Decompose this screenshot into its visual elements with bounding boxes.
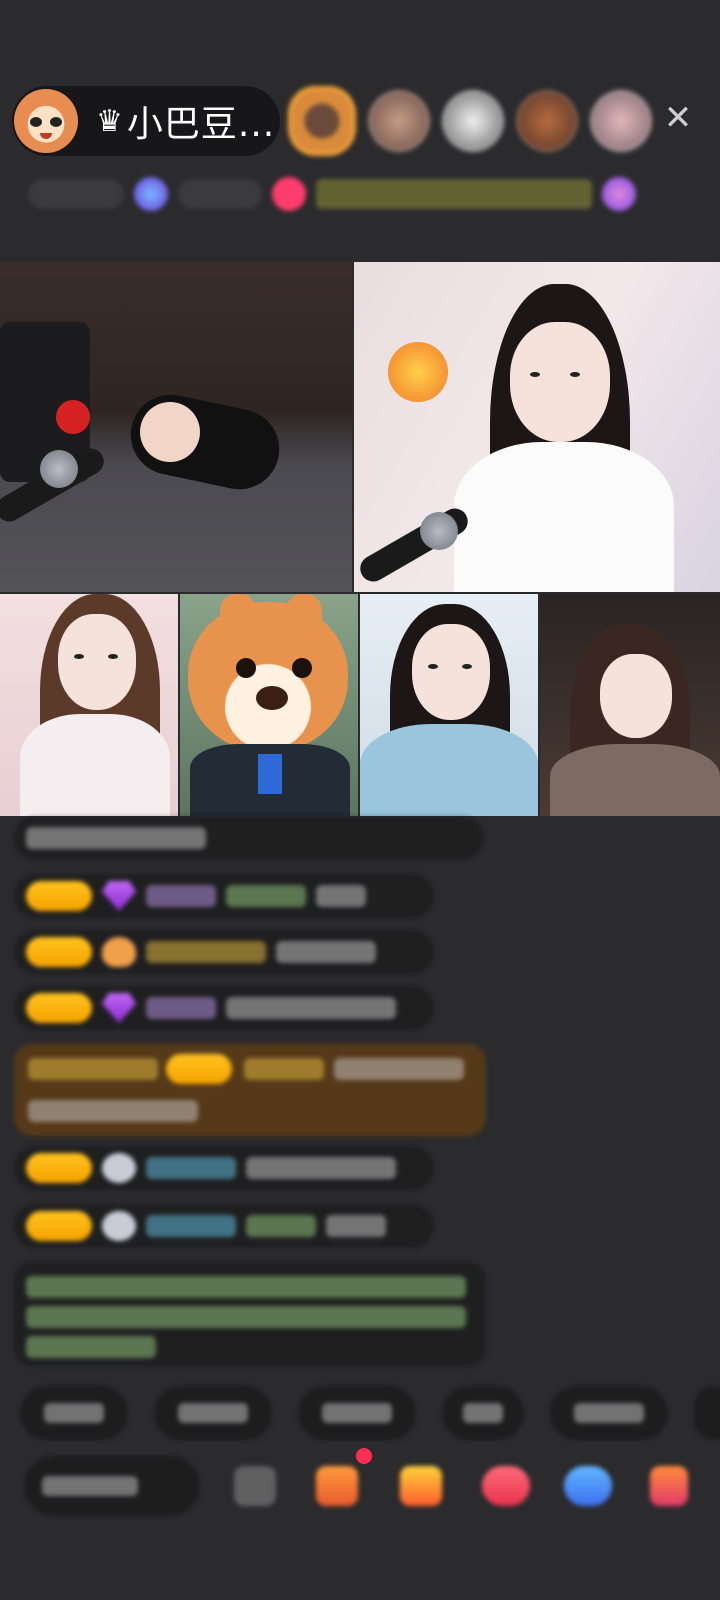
level-badge — [26, 1211, 92, 1241]
blue-top — [360, 724, 538, 816]
room-status-bar[interactable] — [28, 172, 688, 216]
viewer-avatar[interactable] — [442, 90, 504, 152]
hot-icon — [272, 177, 306, 211]
viewer-avatar[interactable] — [590, 90, 652, 152]
host-avatar[interactable] — [14, 89, 78, 153]
top-viewer-avatar[interactable] — [288, 86, 356, 156]
announcement-text[interactable] — [316, 179, 592, 209]
notification-dot — [356, 1448, 372, 1464]
level-badge — [26, 881, 92, 911]
dog-tie — [258, 754, 282, 794]
system-notice — [14, 1262, 486, 1366]
top — [20, 714, 170, 816]
flower-decoration — [388, 342, 448, 402]
quick-reply-chip[interactable] — [20, 1386, 128, 1440]
video-tile-main-left[interactable] — [0, 262, 352, 592]
performer-leg — [140, 402, 200, 462]
dog-nose — [256, 686, 288, 710]
face — [412, 624, 490, 720]
shiba-avatar — [188, 602, 348, 752]
chat-message[interactable] — [14, 874, 434, 918]
level-badge — [166, 1054, 232, 1084]
rank-chip[interactable] — [28, 179, 124, 209]
host-name: 小巴豆... — [126, 104, 276, 145]
medal-icon — [102, 937, 136, 967]
level-icon — [134, 177, 168, 211]
chat-message[interactable] — [14, 986, 434, 1030]
game-icon[interactable] — [482, 1466, 530, 1506]
gift-box-icon[interactable] — [316, 1466, 358, 1506]
chat-message[interactable] — [14, 1146, 434, 1190]
microphone-cover — [56, 400, 90, 434]
level-badge — [26, 937, 92, 967]
video-tile-guest-1[interactable] — [0, 594, 178, 816]
chat-message-highlight[interactable] — [14, 1044, 486, 1136]
quick-reply-chip[interactable] — [550, 1386, 668, 1440]
quick-reply-chip[interactable] — [442, 1386, 524, 1440]
crown-icon: ♛ — [96, 103, 123, 139]
video-tile-guest-3[interactable] — [360, 594, 538, 816]
close-icon[interactable]: ✕ — [662, 101, 694, 135]
event-icon[interactable] — [602, 177, 636, 211]
avatar-icon — [102, 1153, 136, 1183]
quick-reply-chip[interactable] — [154, 1386, 272, 1440]
more-gifts-icon[interactable] — [650, 1466, 688, 1506]
viewer-avatar[interactable] — [516, 90, 578, 152]
face — [58, 614, 136, 710]
viewer-avatar[interactable] — [368, 90, 430, 152]
quick-reply-row — [20, 1386, 720, 1440]
hot-chip[interactable] — [178, 179, 262, 209]
avatar-icon — [102, 1211, 136, 1241]
top-viewers — [288, 84, 664, 158]
emoji-icon[interactable] — [234, 1466, 276, 1506]
chat-message[interactable] — [14, 816, 484, 860]
white-top — [454, 442, 674, 592]
treasure-icon[interactable] — [400, 1466, 442, 1506]
top — [550, 744, 720, 816]
quick-reply-chip[interactable] — [694, 1386, 720, 1440]
video-tile-guest-2[interactable] — [180, 594, 358, 816]
comment-input[interactable] — [24, 1456, 200, 1516]
microphone-head — [420, 512, 458, 550]
diamond-icon — [102, 881, 136, 911]
level-badge — [26, 1153, 92, 1183]
face — [510, 322, 610, 442]
microphone-head — [40, 450, 78, 488]
share-icon[interactable] — [564, 1466, 612, 1506]
level-badge — [26, 993, 92, 1023]
host-info-pill[interactable]: ♛ 小巴豆... — [12, 86, 280, 156]
video-tile-guest-4[interactable] — [540, 594, 720, 816]
chat-message[interactable] — [14, 1204, 434, 1248]
video-tile-main-right[interactable] — [354, 262, 720, 592]
face — [600, 654, 672, 738]
chat-message[interactable] — [14, 930, 434, 974]
diamond-icon — [102, 993, 136, 1023]
quick-reply-chip[interactable] — [298, 1386, 416, 1440]
